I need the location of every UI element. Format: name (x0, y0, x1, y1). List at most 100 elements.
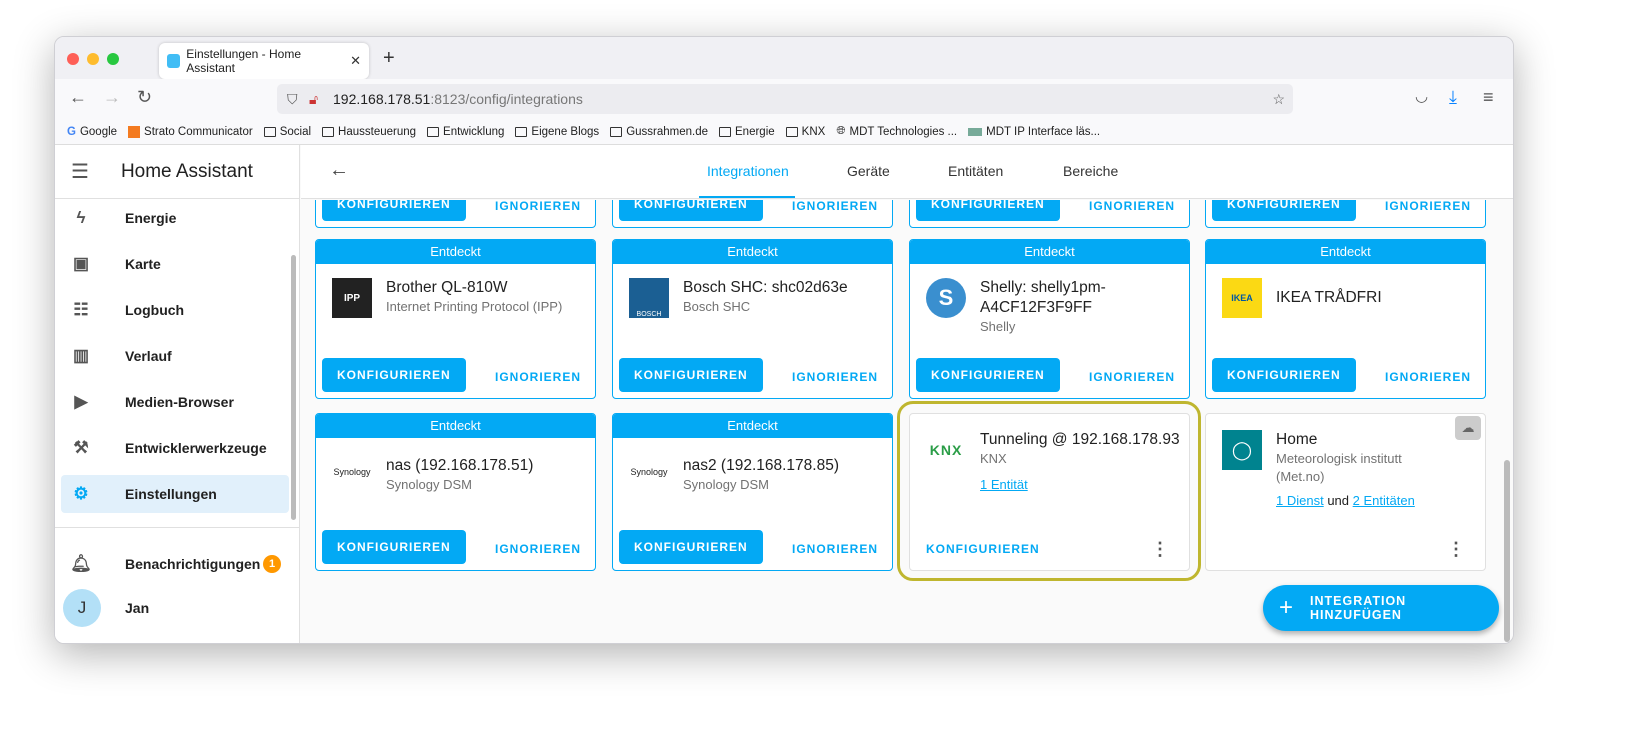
back-icon[interactable]: ← (69, 87, 87, 108)
entities-link[interactable]: 2 Entitäten (1353, 493, 1415, 508)
integration-card-home: ☁ ◯ Home Meteorologisk institutt (Met.no) 1… (1205, 413, 1486, 571)
back-arrow-icon[interactable]: ← (329, 159, 349, 182)
card-subtitle: Meteorologisk institutt (Met.no) (1276, 451, 1402, 484)
card-title: Brother QL-810W (386, 279, 508, 296)
reload-icon[interactable]: ↻ (137, 87, 152, 108)
ignore-button[interactable]: IGNORIEREN (1385, 200, 1471, 213)
close-window-button[interactable] (67, 53, 79, 65)
bookmark-folder[interactable]: Eigene Blogs (515, 126, 599, 138)
sidebar-item-notifications[interactable]: 🔔︎ Benachrichtigungen 1 (61, 545, 289, 583)
sidebar-item-einstellungen[interactable]: ⚙ Einstellungen (61, 475, 289, 513)
user-name: Jan (125, 600, 150, 616)
ignore-button[interactable]: IGNORIEREN (1089, 370, 1175, 384)
sidebar-item-logbuch[interactable]: ☷ Logbuch (61, 291, 289, 329)
folder-icon (263, 126, 276, 137)
ignore-button[interactable]: IGNORIEREN (792, 200, 878, 213)
card-title: Bosch SHC: shc02d63e (683, 279, 848, 296)
configure-button[interactable]: KONFIGURIEREN (916, 200, 1060, 221)
integration-card-partial: KONFIGURIEREN IGNORIEREN (612, 200, 893, 228)
download-icon[interactable]: ⤓ (1449, 87, 1457, 108)
card-title: nas2 (192.168.178.85) (683, 457, 839, 474)
menu-icon[interactable]: ≡ (1483, 87, 1494, 108)
pocket-icon[interactable]: ◡ (1415, 87, 1428, 105)
sidebar-item-verlauf[interactable]: ▥ Verlauf (61, 337, 289, 375)
configure-button[interactable]: KONFIGURIEREN (619, 200, 763, 221)
configure-button[interactable]: KONFIGURIEREN (619, 530, 763, 564)
ipp-logo: IPP (332, 278, 372, 318)
strato-icon (128, 125, 141, 138)
tab-bereiche[interactable]: Bereiche (1063, 163, 1118, 179)
sidebar-item-user[interactable]: J Jan (61, 589, 289, 627)
menu-collapse-icon[interactable]: ☰ (71, 159, 89, 184)
add-integration-button[interactable]: + INTEGRATION HINZUFÜGEN (1263, 585, 1499, 631)
configure-button[interactable]: KONFIGURIEREN (1212, 358, 1356, 392)
bookmark-mdt[interactable]: 🌐︎ MDT Technologies ... (836, 125, 957, 138)
sidebar-scrollbar[interactable] (291, 255, 296, 520)
tab-entitaeten[interactable]: Entitäten (948, 163, 1003, 179)
bookmark-folder[interactable]: Social (263, 126, 311, 138)
services-link[interactable]: 1 Dienst (1276, 493, 1324, 508)
sidebar-item-karte[interactable]: ▣ Karte (61, 245, 289, 283)
bookmark-folder[interactable]: KNX (785, 126, 825, 138)
bookmark-label: Energie (735, 125, 775, 138)
url-bar[interactable]: ⛉ 🔓︎ 192.168.178.51:8123/config/integrat… (277, 84, 1293, 114)
bookmark-google[interactable]: G Google (67, 126, 117, 138)
sidebar-title: Home Assistant (120, 160, 253, 182)
bookmarks-bar: G Google Strato Communicator Social Hauss… (55, 119, 1513, 145)
hammer-icon: ⚒ (73, 438, 89, 457)
discovered-header: Entdeckt (910, 240, 1189, 264)
close-tab-icon[interactable]: ✕ (350, 53, 361, 69)
bookmark-strato[interactable]: Strato Communicator (128, 125, 253, 138)
sidebar-item-energie[interactable]: ϟ Energie (61, 199, 289, 237)
card-title: Home (1276, 431, 1318, 448)
browser-tab[interactable]: Einstellungen - Home Assistant ✕ (159, 43, 369, 79)
ikea-logo: IKEA (1222, 278, 1262, 318)
bookmark-folder[interactable]: Energie (719, 126, 775, 138)
integration-card-nas2: Entdeckt Synology nas2 (192.168.178.85) Sy… (612, 413, 893, 571)
card-title: nas (192.168.178.51) (386, 457, 534, 474)
home-assistant-app: ☰ Home Assistant ϟ Energie ▣ Karte ☷ Logbuch… (55, 145, 1513, 643)
sidebar-item-medien[interactable]: ▶ Medien-Browser (61, 383, 289, 421)
ignore-button[interactable]: IGNORIEREN (1385, 370, 1471, 384)
integration-card-bosch: Entdeckt BOSCH Bosch SHC: shc02d63e Bosch … (612, 239, 893, 399)
list-icon: ☷ (73, 300, 89, 319)
more-options-icon[interactable]: ⋮ (1447, 539, 1465, 560)
ignore-button[interactable]: IGNORIEREN (792, 542, 878, 556)
configure-button[interactable]: KONFIGURIEREN (322, 358, 466, 392)
bookmark-folder[interactable]: Haussteuerung (322, 126, 416, 138)
integration-card-shelly: Entdeckt S Shelly: shelly1pm-A4CF12F3F9FF… (909, 239, 1190, 399)
sidebar-item-label: Verlauf (125, 348, 172, 364)
ignore-button[interactable]: IGNORIEREN (495, 370, 581, 384)
main-scrollbar[interactable] (1504, 460, 1510, 642)
card-subtitle: Synology DSM (386, 477, 472, 492)
sidebar-item-label: Medien-Browser (125, 394, 234, 410)
new-tab-button[interactable]: + (383, 47, 395, 70)
tab-integrationen[interactable]: Integrationen (707, 163, 789, 179)
ignore-button[interactable]: IGNORIEREN (792, 370, 878, 384)
bookmark-label: Haussteuerung (338, 125, 417, 138)
tab-geraete[interactable]: Geräte (847, 163, 890, 179)
configure-button[interactable]: KONFIGURIEREN (619, 358, 763, 392)
configure-button[interactable]: KONFIGURIEREN (1212, 200, 1356, 221)
ignore-button[interactable]: IGNORIEREN (495, 542, 581, 556)
bookmark-label: Gussrahmen.de (626, 125, 709, 138)
sidebar-item-entwickler[interactable]: ⚒ Entwicklerwerkzeuge (61, 429, 289, 467)
cloud-icon: ☁ (1455, 416, 1481, 440)
discovered-header: Entdeckt (613, 414, 892, 438)
configure-button[interactable]: KONFIGURIEREN (322, 200, 466, 221)
globe-icon: 🌐︎ (836, 125, 846, 137)
bookmark-star-icon[interactable]: ☆ (1272, 91, 1285, 108)
bookmark-mdt-ip[interactable]: MDT IP Interface läs... (968, 126, 1100, 138)
maximize-window-button[interactable] (107, 53, 119, 65)
forward-icon[interactable]: → (103, 87, 121, 108)
bookmark-folder[interactable]: Gussrahmen.de (610, 126, 708, 138)
ignore-button[interactable]: IGNORIEREN (495, 200, 581, 213)
minimize-window-button[interactable] (87, 53, 99, 65)
ignore-button[interactable]: IGNORIEREN (1089, 200, 1175, 213)
folder-icon (719, 126, 732, 137)
add-integration-label: INTEGRATION HINZUFÜGEN (1310, 594, 1407, 622)
bookmark-folder[interactable]: Entwicklung (427, 126, 504, 138)
configure-button[interactable]: KONFIGURIEREN (916, 358, 1060, 392)
url-path: :8123/config/integrations (430, 91, 583, 107)
configure-button[interactable]: KONFIGURIEREN (322, 530, 466, 564)
